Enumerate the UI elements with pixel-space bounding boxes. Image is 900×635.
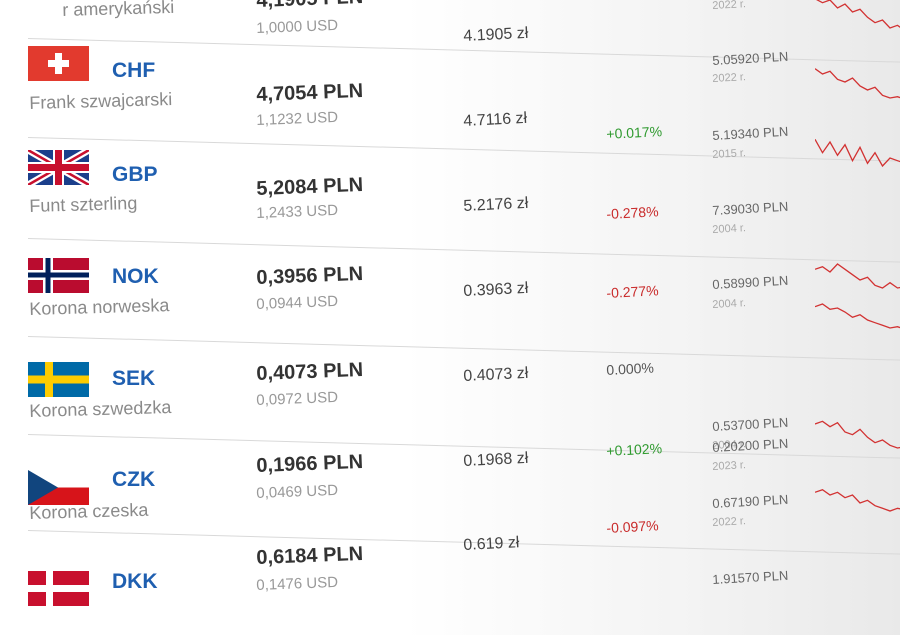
sweden-flag-icon [28,362,89,397]
change-percent: -0.278% [606,203,659,222]
sparkline-line [815,420,900,449]
change-percent: 0.000% [606,359,655,378]
sparkline-line [815,303,900,329]
denmark-flag-icon [28,571,89,606]
pln-rate: 0,1966 PLN [256,450,364,477]
max-rate: 1.91570 PLN [712,567,789,587]
max-year: 2022 r. [712,515,747,529]
currency-name: Frank szwajcarski [29,89,173,113]
norway-flag-icon [28,258,89,293]
exchange-rate: 0.1968 zł [463,449,529,470]
table-row[interactable]: NOK Korona norweska 0,3956 PLN 0,0944 US… [0,199,900,340]
czech-flag-icon [28,470,89,505]
max-year: 2004 r. [712,297,747,311]
usd-rate: 1,0000 USD [256,16,339,37]
currency-code[interactable]: NOK [112,265,159,289]
pln-rate: 0,4073 PLN [256,358,364,385]
pln-rate: 0,6184 PLN [256,542,364,569]
max-year: 2015 r. [712,147,747,161]
currency-code[interactable]: GBP [112,163,158,187]
sparkline-line [815,68,900,99]
sparkline-chart [815,420,900,449]
pln-rate: 4,7054 PLN [256,79,364,106]
change-percent: +0.102% [606,440,663,459]
sparkline-chart [815,138,900,168]
usd-rate: 0,0469 USD [256,481,339,502]
currency-code[interactable]: CHF [112,59,155,83]
currency-name: Korona szwedzka [29,397,172,421]
currency-name: Funt szterling [29,192,138,216]
max-year: 2023 r. [712,459,747,473]
table-row[interactable]: DKK 0,6184 PLN 0,1476 USD 0.619 zł -0.09… [0,436,900,635]
change-percent: -0.097% [606,517,659,536]
sparkline-line [816,0,900,29]
sparkline-chart [815,303,900,329]
pln-rate: 5,2084 PLN [256,173,364,200]
max-rate: 5.19340 PLN [712,123,789,143]
sparkline-line [815,488,900,512]
sparkline-chart [816,0,900,29]
max-year: 2022 r. [712,0,747,12]
sparkline-chart [815,488,900,512]
usd-rate: 1,1232 USD [256,108,339,129]
currency-code[interactable]: DKK [112,570,158,594]
usd-rate: 0,0972 USD [256,388,339,409]
max-year: 2022 r. [712,71,747,85]
change-percent: -0.277% [606,282,659,301]
usd-rate: 0,1476 USD [256,573,339,594]
exchange-rate: 0.3963 zł [463,279,529,300]
pln-rate: 4,1905 PLN [256,0,364,13]
exchange-rate: 5.2176 zł [463,194,529,215]
max-rate: 0.67190 PLN [712,491,789,511]
swiss-flag-icon [28,46,89,81]
table-row[interactable]: CZK Korona czeska 0,1966 PLN 0,0469 USD … [0,415,900,540]
sparkline-chart [815,68,900,99]
exchange-rate: 0.619 zł [463,534,520,554]
sparkline-line [815,263,900,289]
usd-rate: 1,2433 USD [256,201,339,222]
currency-code[interactable]: SEK [112,367,155,391]
exchange-rate: 0.4073 zł [463,364,529,385]
currency-table: 4,1905 PLN r amerykański 1,0000 USD 4.19… [0,0,900,606]
sparkline-line [815,138,900,168]
currency-name: r amerykański [62,0,175,20]
exchange-rate: 4.7116 zł [463,109,528,130]
uk-flag-icon [28,150,89,185]
currency-name: Korona czeska [29,499,149,523]
table-row[interactable]: GBP Funt szterling 5,2084 PLN 1,2433 USD… [0,124,900,240]
pln-rate: 0,3956 PLN [256,262,364,289]
max-year: 2004 r. [712,222,747,236]
max-rate: 5.05920 PLN [712,48,789,68]
currency-code[interactable]: CZK [112,468,155,492]
usd-rate: 0,0944 USD [256,292,339,313]
currency-name: Korona norweska [29,295,170,319]
